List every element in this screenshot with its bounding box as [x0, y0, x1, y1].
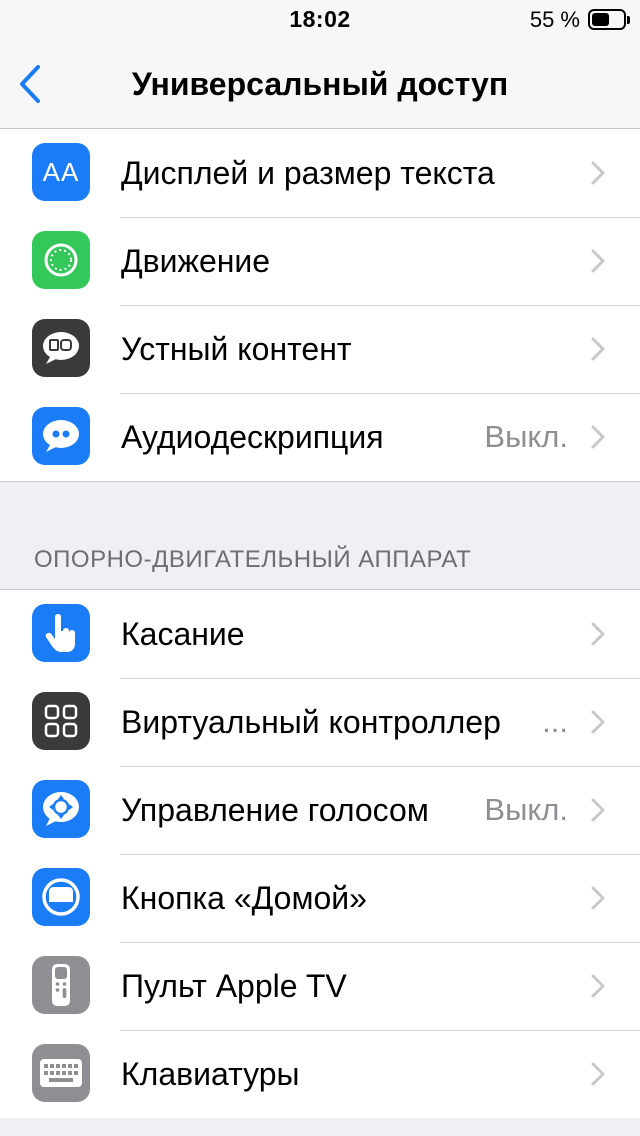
- row-value: Выкл.: [484, 419, 568, 454]
- chevron-right-icon: [591, 710, 605, 734]
- chevron-right-icon: [591, 249, 605, 273]
- row-label: Движение: [121, 243, 271, 279]
- battery-icon: [588, 9, 630, 30]
- spoken-content-icon-glyph: [43, 332, 79, 364]
- row-display-text-size[interactable]: AA Дисплей и размер текста: [0, 129, 640, 217]
- switch-control-icon-glyph: [44, 704, 78, 738]
- row-audio-description[interactable]: Аудиодескрипция Выкл.: [0, 393, 640, 481]
- chevron-right-icon: [591, 974, 605, 998]
- row-apple-tv-remote[interactable]: Пульт Apple TV: [0, 942, 640, 1030]
- chevron-right-icon: [591, 622, 605, 646]
- row-label: Кнопка «Домой»: [121, 880, 367, 916]
- page-title: Универсальный доступ: [131, 66, 509, 102]
- row-home-button[interactable]: Кнопка «Домой»: [0, 854, 640, 942]
- row-motion[interactable]: Движение: [0, 217, 640, 305]
- chevron-right-icon: [591, 425, 605, 449]
- spoken-content-icon: [32, 319, 90, 377]
- row-label: Пульт Apple TV: [121, 968, 347, 1004]
- touch-icon-glyph: [45, 614, 75, 652]
- bottom-spacer: [0, 1118, 640, 1136]
- touch-icon: [32, 604, 90, 662]
- voice-control-icon-glyph: [43, 792, 79, 826]
- audio-description-icon: [32, 407, 90, 465]
- section-header-motor: ОПОРНО-ДВИГАТЕЛЬНЫЙ АППАРАТ: [34, 546, 472, 573]
- row-switch-control[interactable]: Виртуальный контроллер ...: [0, 678, 640, 766]
- text-size-icon-glyph: AA: [42, 156, 80, 187]
- status-bar: 18:02 55 %: [0, 0, 640, 40]
- row-label: Касание: [121, 616, 245, 652]
- chevron-right-icon: [591, 161, 605, 185]
- switch-control-icon: [32, 692, 90, 750]
- chevron-right-icon: [591, 1062, 605, 1086]
- text-size-icon: AA: [32, 143, 90, 201]
- row-value: Выкл.: [484, 792, 568, 827]
- apple-tv-remote-icon-glyph: [52, 964, 70, 1006]
- row-label: Клавиатуры: [121, 1056, 300, 1092]
- row-voice-control[interactable]: Управление голосом Выкл.: [0, 766, 640, 854]
- row-keyboards[interactable]: Клавиатуры: [0, 1030, 640, 1118]
- motion-icon-glyph: [44, 243, 78, 277]
- battery-percentage: 55 %: [529, 7, 580, 32]
- home-button-icon-glyph: [42, 878, 80, 916]
- navigation-bar: Универсальный доступ: [0, 40, 640, 129]
- battery-level: [592, 13, 609, 26]
- chevron-right-icon: [591, 337, 605, 361]
- row-label: Аудиодескрипция: [121, 419, 384, 455]
- vision-settings-group: AA Дисплей и размер текста Движение Устн…: [0, 129, 640, 482]
- voice-control-icon: [32, 780, 90, 838]
- row-value: ...: [542, 704, 568, 739]
- row-label: Дисплей и размер текста: [121, 155, 495, 191]
- row-label: Виртуальный контроллер: [121, 704, 501, 740]
- row-spoken-content[interactable]: Устный контент: [0, 305, 640, 393]
- home-button-icon: [32, 868, 90, 926]
- apple-tv-remote-icon: [32, 956, 90, 1014]
- keyboard-icon: [32, 1044, 90, 1102]
- chevron-right-icon: [591, 798, 605, 822]
- row-label: Устный контент: [121, 331, 352, 367]
- keyboard-icon-glyph: [40, 1059, 82, 1087]
- audio-description-icon-glyph: [43, 420, 79, 452]
- row-touch[interactable]: Касание: [0, 590, 640, 678]
- motor-settings-group: Касание Виртуальный контроллер ... Управ…: [0, 589, 640, 1119]
- row-label: Управление голосом: [121, 792, 429, 828]
- chevron-right-icon: [591, 886, 605, 910]
- motion-icon: [32, 231, 90, 289]
